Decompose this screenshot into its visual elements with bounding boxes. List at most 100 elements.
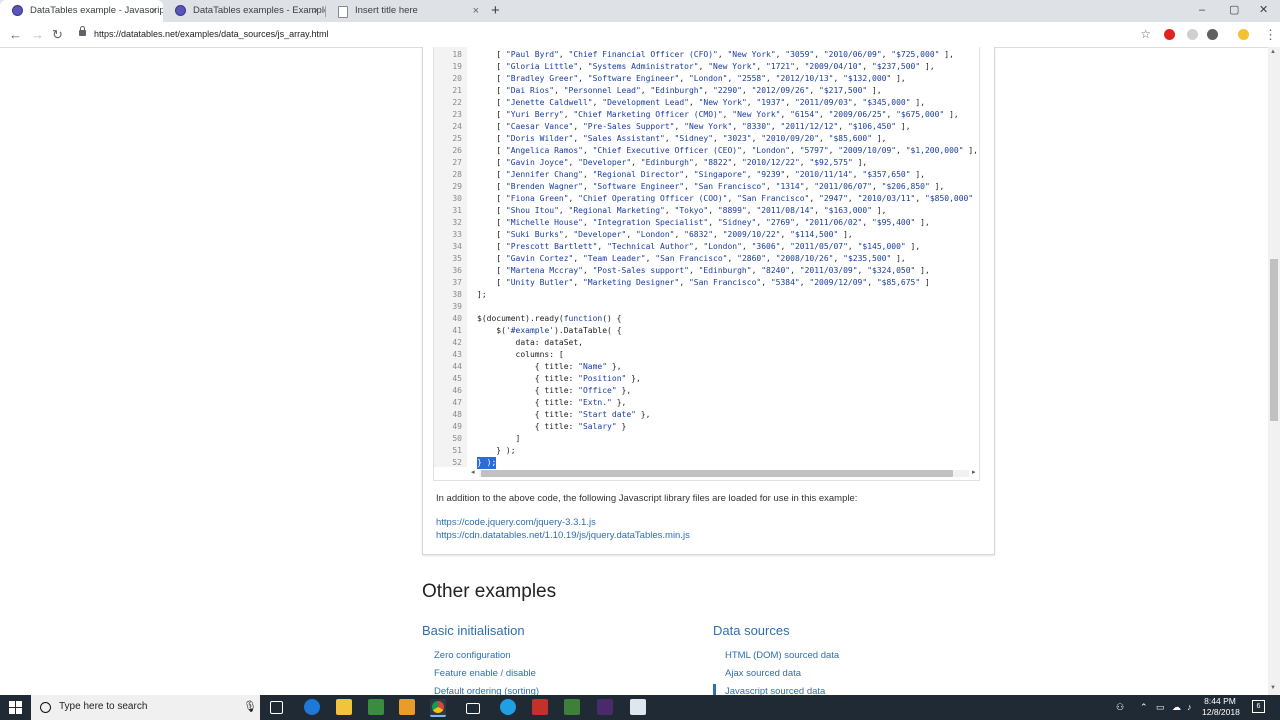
link-html-dom-sourced-data[interactable]: HTML (DOM) sourced data [725, 650, 839, 661]
extension-icon[interactable] [1187, 29, 1198, 40]
code-text[interactable]: [ "Angelica Ramos", "Chief Executive Off… [477, 145, 978, 157]
code-text[interactable]: [ "Dai Rios", "Personnel Lead", "Edinbur… [477, 85, 881, 97]
skype-icon[interactable] [500, 699, 516, 715]
close-window-button[interactable]: ✕ [1259, 0, 1268, 22]
task-view-icon[interactable] [270, 701, 283, 714]
code-text[interactable]: [ "Martena Mccray", "Post-Sales support"… [477, 265, 930, 277]
code-text[interactable]: [ "Michelle House", "Integration Special… [477, 217, 930, 229]
volume-icon[interactable]: ♪ [1187, 695, 1192, 720]
restore-button[interactable]: ▢ [1229, 0, 1239, 22]
line-number: 30 [452, 194, 462, 203]
app-icon-red[interactable] [532, 699, 548, 715]
reload-icon[interactable]: ↻ [52, 22, 63, 47]
windows-start-icon[interactable] [9, 701, 23, 714]
page-scroll-thumb[interactable] [1270, 259, 1278, 421]
taskbar-search-box[interactable]: Type here to search 🎙 [31, 695, 260, 720]
opera-extension-icon[interactable] [1164, 29, 1175, 40]
code-text[interactable]: data: dataSet, [477, 337, 583, 349]
chrome-taskbar-icon[interactable] [430, 699, 446, 717]
code-text[interactable]: $('#example').DataTable( { [477, 325, 621, 337]
scroll-right-icon[interactable]: ▸ [972, 468, 976, 476]
line-number: 27 [452, 158, 462, 167]
code-text[interactable]: ] [477, 433, 521, 445]
code-text[interactable]: } ); [477, 445, 515, 457]
code-text[interactable]: [ "Jenette Caldwell", "Development Lead"… [477, 97, 925, 109]
horizontal-scrollbar[interactable]: ◂ ▸ [469, 468, 979, 478]
code-text[interactable]: [ "Yuri Berry", "Chief Marketing Officer… [477, 109, 958, 121]
menu-dots-icon[interactable]: ⋮ [1264, 22, 1277, 47]
url-text[interactable]: https://datatables.net/examples/data_sou… [94, 25, 328, 44]
battery-icon[interactable]: ▭ [1156, 695, 1165, 720]
code-text[interactable]: [ "Doris Wilder", "Sales Assistant", "Si… [477, 133, 886, 145]
address-bar[interactable]: https://datatables.net/examples/data_sou… [76, 25, 1156, 44]
code-text[interactable]: [ "Unity Butler", "Marketing Designer", … [477, 277, 930, 289]
minimize-button[interactable]: – [1199, 0, 1205, 22]
microphone-icon[interactable]: 🎙 [243, 700, 257, 713]
code-text[interactable]: [ "Jennifer Chang", "Regional Director",… [477, 169, 925, 181]
page-vertical-scrollbar[interactable]: ▲ ▼ [1268, 47, 1280, 695]
code-text[interactable]: [ "Shou Itou", "Regional Marketing", "To… [477, 205, 886, 217]
code-text[interactable]: [ "Gavin Cortez", "Team Leader", "San Fr… [477, 253, 905, 265]
code-text[interactable]: { title: "Salary" } [477, 421, 627, 433]
code-text[interactable]: [ "Prescott Bartlett", "Technical Author… [477, 241, 920, 253]
code-text[interactable]: columns: [ [477, 349, 564, 361]
new-tab-button[interactable]: + [491, 0, 500, 22]
close-tab-icon[interactable]: × [313, 0, 319, 22]
scroll-left-icon[interactable]: ◂ [471, 468, 475, 476]
people-icon[interactable]: ⚇ [1116, 695, 1124, 720]
close-tab-icon[interactable]: × [151, 0, 157, 22]
tab-datatables-javascript[interactable]: DataTables example - Javascript × [0, 0, 163, 22]
code-text[interactable]: $(document).ready(function() { [477, 313, 622, 325]
mail-icon[interactable] [466, 703, 480, 714]
profile-avatar-icon[interactable] [1238, 29, 1249, 40]
lock-icon [79, 26, 86, 36]
bookmark-star-icon[interactable]: ☆ [1140, 25, 1151, 44]
code-text[interactable]: { title: "Office" }, [477, 385, 631, 397]
system-clock[interactable]: 8:44 PM 12/8/2018 [1202, 696, 1240, 718]
datatables-library-link[interactable]: https://cdn.datatables.net/1.10.19/js/jq… [436, 530, 690, 541]
scroll-thumb[interactable] [481, 470, 953, 477]
media-player-icon[interactable] [399, 699, 415, 715]
code-text[interactable]: { title: "Start date" }, [477, 409, 651, 421]
code-text[interactable]: { title: "Name" }, [477, 361, 622, 373]
code-text[interactable]: [ "Gavin Joyce", "Developer", "Edinburgh… [477, 157, 867, 169]
code-text[interactable]: { title: "Position" }, [477, 373, 641, 385]
code-text[interactable]: [ "Gloria Little", "Systems Administrato… [477, 61, 934, 73]
notepad-plus-icon[interactable] [564, 699, 580, 715]
code-text[interactable]: [ "Bradley Greer", "Software Engineer", … [477, 73, 905, 85]
chrome-icon [432, 701, 444, 713]
close-tab-icon[interactable]: × [473, 0, 479, 22]
jquery-library-link[interactable]: https://code.jquery.com/jquery-3.3.1.js [436, 517, 596, 528]
file-explorer-icon[interactable] [336, 699, 352, 715]
store-icon[interactable] [368, 699, 384, 715]
line-number: 39 [452, 302, 462, 311]
code-text[interactable]: ]; [477, 289, 487, 301]
scroll-down-icon[interactable]: ▼ [1270, 685, 1276, 691]
tab-insert-title[interactable]: Insert title here × [325, 0, 485, 22]
code-text[interactable]: [ "Paul Byrd", "Chief Financial Officer … [477, 49, 954, 61]
code-text[interactable]: [ "Fiona Green", "Chief Operating Office… [477, 193, 979, 205]
code-text[interactable]: [ "Brenden Wagner", "Software Engineer",… [477, 181, 944, 193]
code-text[interactable]: [ "Suki Burks", "Developer", "London", "… [477, 229, 852, 241]
link-zero-configuration[interactable]: Zero configuration [434, 650, 511, 661]
network-icon[interactable]: ☁ [1172, 695, 1181, 720]
forward-arrow-icon[interactable]: → [31, 22, 44, 47]
back-arrow-icon[interactable]: ← [9, 22, 22, 47]
edge-browser-icon[interactable] [304, 699, 320, 715]
code-text[interactable]: { title: "Extn." }, [477, 397, 627, 409]
eclipse-icon[interactable] [597, 699, 613, 715]
code-line: 41 $('#example').DataTable( { [434, 325, 979, 337]
action-center-icon[interactable]: 6 [1252, 700, 1265, 713]
basic-initialisation-heading[interactable]: Basic initialisation [422, 623, 525, 638]
code-text[interactable]: [ "Caesar Vance", "Pre-Sales Support", "… [477, 121, 910, 133]
data-sources-heading[interactable]: Data sources [713, 623, 790, 638]
datatables-favicon-icon [12, 5, 23, 16]
line-number: 41 [452, 326, 462, 335]
scroll-up-icon[interactable]: ▲ [1270, 49, 1276, 55]
link-ajax-sourced-data[interactable]: Ajax sourced data [725, 668, 801, 679]
link-feature-enable-disable[interactable]: Feature enable / disable [434, 668, 536, 679]
show-hidden-icons[interactable]: ⌃ [1140, 695, 1148, 720]
window-app-icon[interactable] [630, 699, 646, 715]
tab-datatables-examples[interactable]: DataTables examples - Examples × [163, 0, 325, 22]
settings-extension-icon[interactable] [1207, 29, 1218, 40]
